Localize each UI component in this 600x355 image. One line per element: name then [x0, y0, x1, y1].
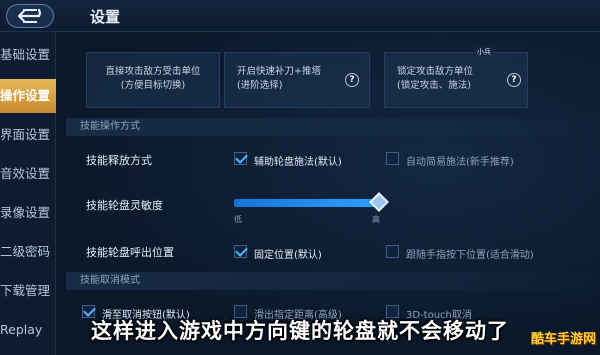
slider-high-label: 高	[372, 215, 380, 224]
sidebar-item-recording[interactable]: 录像设置	[0, 196, 56, 230]
back-button[interactable]	[6, 4, 54, 28]
sidebar-item-controls[interactable]: 操作设置	[0, 79, 56, 113]
wheel-position-label: 技能轮盘呼出位置	[86, 246, 174, 259]
card-line1: 直接攻击敌方受击单位	[105, 66, 201, 77]
help-icon[interactable]: ?	[345, 73, 359, 87]
video-subtitle: 这样进入游戏中方向键的轮盘就不会移动了	[91, 319, 509, 343]
section-skill-cancel: 技能取消模式	[66, 272, 600, 290]
wheel-follow-checkbox[interactable]	[386, 245, 399, 258]
top-bar: 设置	[0, 0, 600, 32]
back-arrow-icon	[17, 8, 41, 23]
lock-target-card[interactable]: 锁定攻击敌方单位 (锁定攻击、施法) ?	[384, 52, 528, 108]
section-skill-operation: 技能操作方式	[66, 118, 600, 136]
page-title: 设置	[90, 8, 121, 26]
card-line2: (方便目标切换)	[120, 80, 186, 91]
sensitivity-slider-track[interactable]	[234, 199, 380, 207]
cast-mode-auto-label: 自动简易施法(新手推荐)	[406, 157, 514, 168]
attack-target-card[interactable]: 直接攻击敌方受击单位 (方便目标切换)	[86, 52, 220, 108]
wheel-fixed-label: 固定位置(默认)	[254, 250, 322, 261]
cast-mode-assist-checkbox[interactable]	[234, 152, 247, 165]
cast-mode-label: 技能释放方式	[86, 154, 152, 167]
sidebar-item-basic[interactable]: 基础设置	[0, 38, 56, 72]
quick-lasthit-card[interactable]: 开启快速补刀+推塔 (进阶选择) ?	[224, 52, 370, 108]
wheel-fixed-checkbox[interactable]	[234, 245, 247, 258]
sidebar-item-interface[interactable]: 界面设置	[0, 118, 56, 152]
sidebar: 基础设置 操作设置 界面设置 音效设置 录像设置 二级密码 下载管理 Repla…	[0, 32, 56, 355]
help-icon[interactable]: ?	[507, 73, 521, 87]
sensitivity-label: 技能轮盘灵敏度	[86, 199, 163, 212]
sidebar-item-password[interactable]: 二级密码	[0, 235, 56, 269]
sidebar-item-sound[interactable]: 音效设置	[0, 157, 56, 191]
minion-tag: 小兵	[474, 47, 494, 57]
cast-mode-assist-label: 辅助轮盘施法(默认)	[254, 157, 342, 168]
sidebar-item-downloads[interactable]: 下载管理	[0, 274, 56, 308]
cast-mode-auto-checkbox[interactable]	[386, 152, 399, 165]
slider-low-label: 低	[234, 215, 242, 224]
wheel-follow-label: 跟随手指按下位置(适合滑动)	[406, 250, 534, 261]
site-watermark: 酷车手游网	[530, 332, 596, 347]
